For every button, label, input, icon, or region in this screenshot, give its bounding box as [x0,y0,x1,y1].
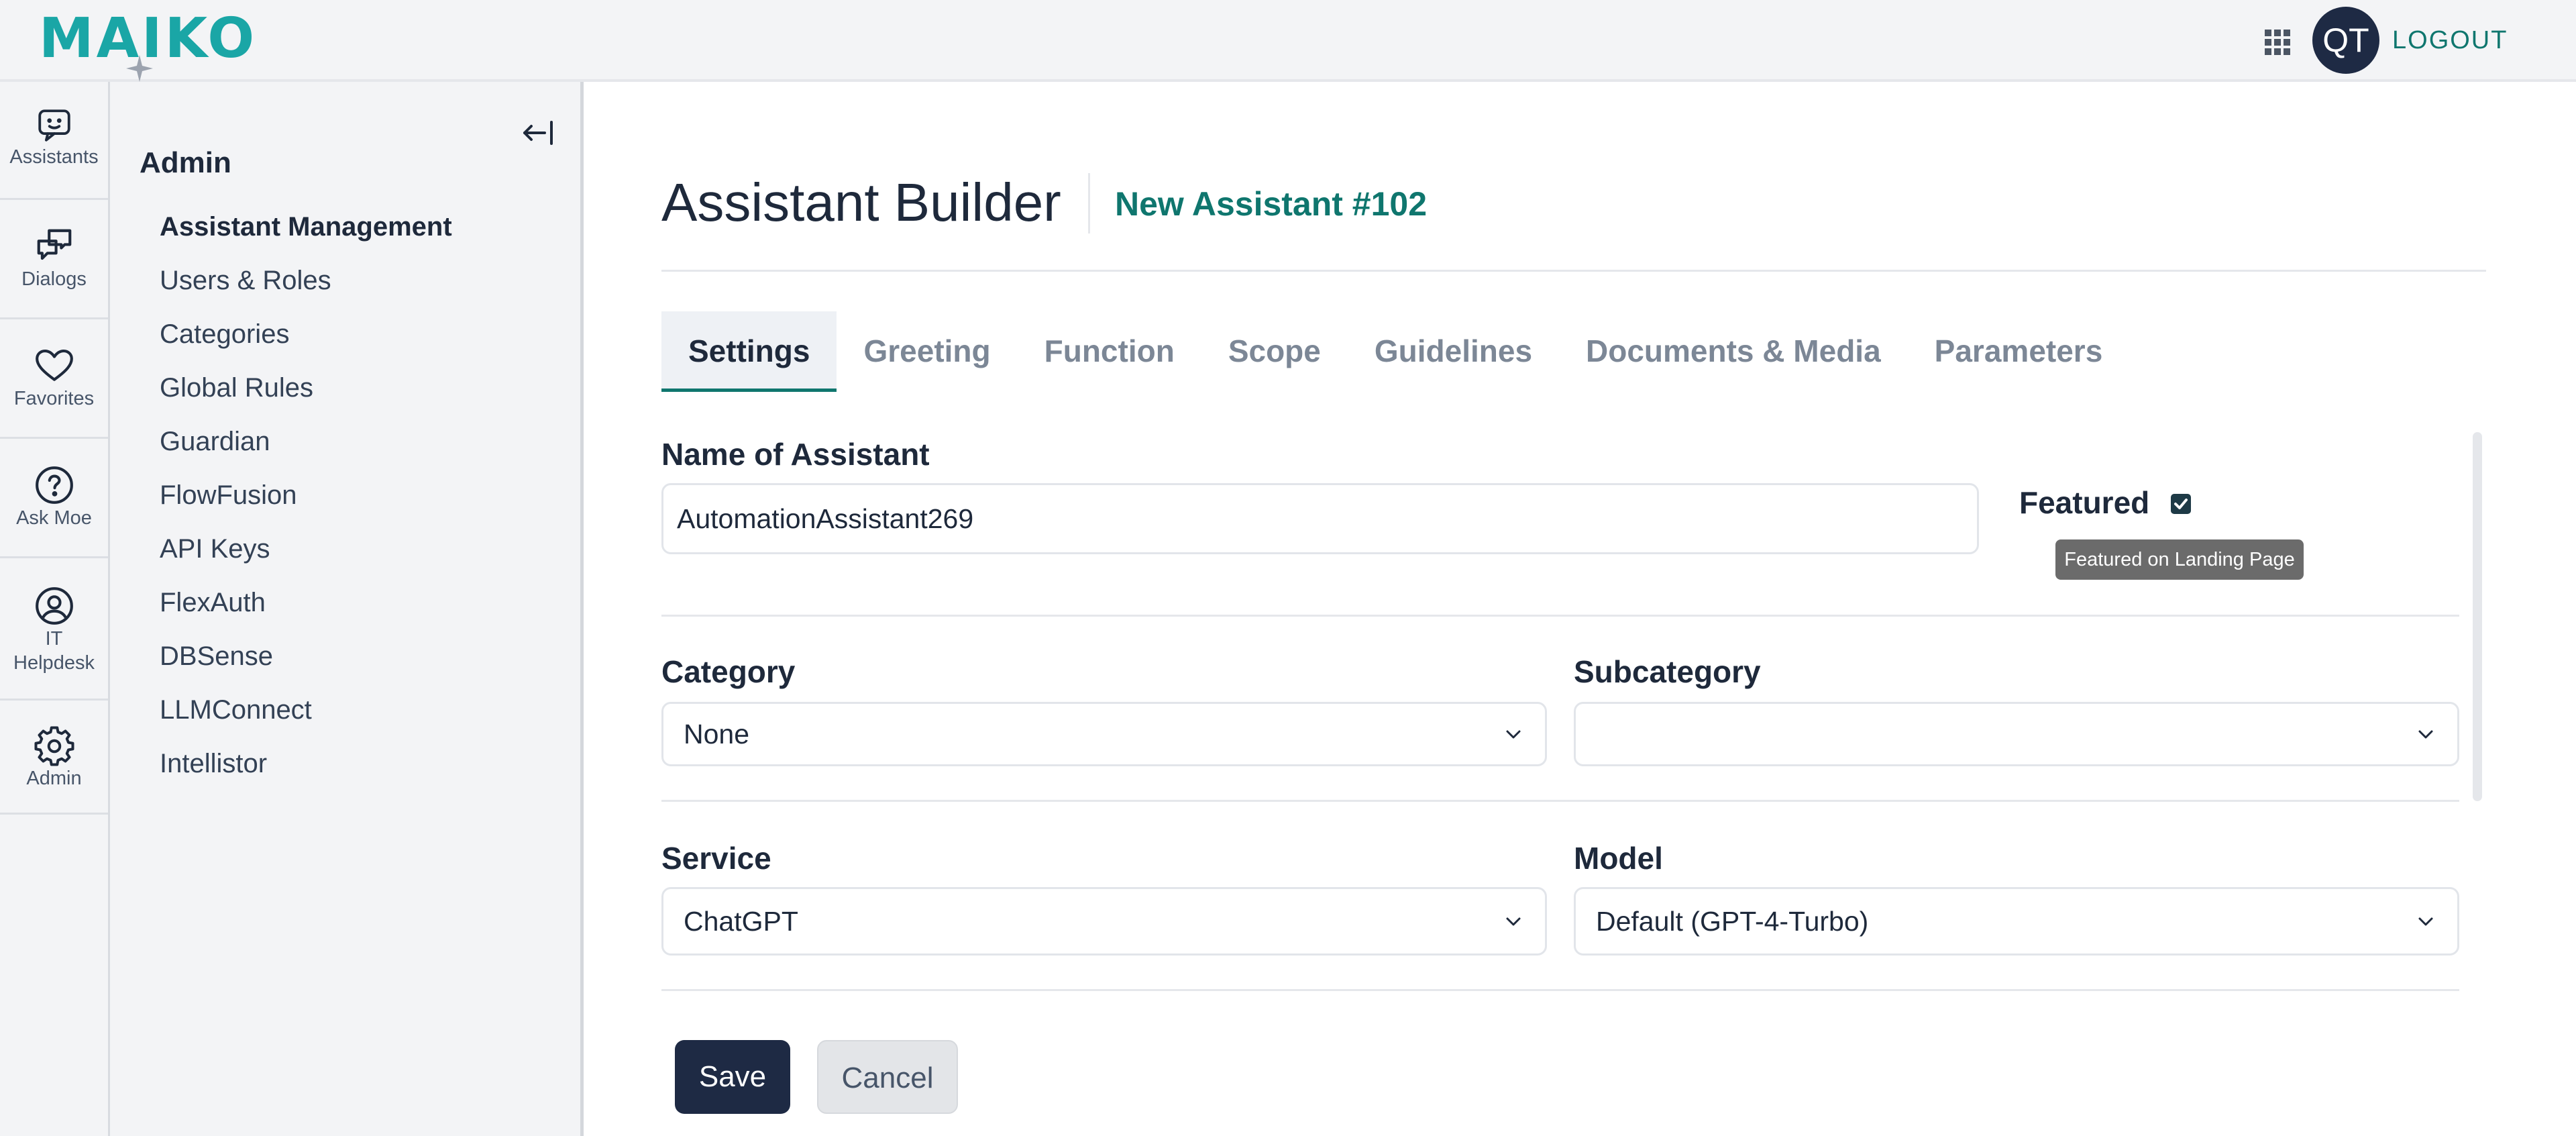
apps-grid-icon[interactable] [2263,28,2292,56]
subcategory-label: Subcategory [1574,654,1761,689]
rail-item-it-helpdesk[interactable]: IT Helpdesk [0,558,108,701]
rail-item-favorites[interactable]: Favorites [0,319,108,439]
tab-documents-media[interactable]: Documents & Media [1559,311,1908,392]
main-content: Assistant Builder New Assistant #102 Set… [584,82,2576,1136]
top-bar: MAIKO QT LOGOUT [0,0,2576,82]
nav-item-assistant-management[interactable]: Assistant Management [160,200,452,254]
heart-icon [35,349,73,381]
subcategory-select[interactable] [1574,702,2459,766]
featured-tooltip: Featured on Landing Page [2055,539,2304,580]
section-divider-3 [661,989,2459,991]
nav-item-flowfusion[interactable]: FlowFusion [160,468,452,522]
model-label: Model [1574,841,1663,876]
model-select[interactable]: Default (GPT-4-Turbo) [1574,887,2459,956]
nav-item-dbsense[interactable]: DBSense [160,629,452,683]
title-divider [1088,173,1090,234]
nav-item-categories[interactable]: Categories [160,307,452,361]
page-title: Assistant Builder [661,172,1061,232]
tab-guidelines[interactable]: Guidelines [1348,311,1559,392]
rail-item-assistants[interactable]: Assistants [0,82,108,200]
rail-item-ask-moe[interactable]: Ask Moe [0,439,108,558]
maiko-logo[interactable]: MAIKO [39,11,257,82]
nav-item-users-roles[interactable]: Users & Roles [160,254,452,307]
tab-parameters[interactable]: Parameters [1908,311,2130,392]
tab-scope[interactable]: Scope [1201,311,1348,392]
rail-item-admin[interactable]: Admin [0,701,108,815]
service-value: ChatGPT [684,905,798,937]
nav-title: Admin [140,146,231,179]
nav-item-llmconnect[interactable]: LLMConnect [160,683,452,737]
rail-label-dialogs: Dialogs [21,268,87,290]
nav-item-guardian[interactable]: Guardian [160,415,452,468]
section-divider-2 [661,800,2459,802]
assistant-subtitle: New Assistant #102 [1115,185,1428,223]
builder-tabs: Settings Greeting Function Scope Guideli… [661,311,2129,392]
cancel-button[interactable]: Cancel [817,1040,958,1114]
assistant-name-input[interactable]: AutomationAssistant269 [661,483,1979,554]
collapse-sidebar-icon[interactable] [519,114,557,152]
nav-item-global-rules[interactable]: Global Rules [160,361,452,415]
rail-label-it: IT [45,628,63,650]
icon-rail: Assistants Dialogs Favorites Ask Moe IT … [0,82,110,1136]
section-divider-1 [661,615,2459,617]
gear-icon [34,726,74,766]
logout-link[interactable]: LOGOUT [2392,25,2508,55]
admin-nav-panel: Admin Assistant Management Users & Roles… [110,82,584,1136]
tab-greeting[interactable]: Greeting [837,311,1017,392]
save-button[interactable]: Save [675,1040,790,1114]
nav-item-flexauth[interactable]: FlexAuth [160,576,452,629]
user-avatar[interactable]: QT [2312,7,2379,74]
rail-label-helpdesk: Helpdesk [13,652,95,674]
chevron-down-icon [1506,917,1521,926]
name-label: Name of Assistant [661,437,930,472]
nav-item-intellistor[interactable]: Intellistor [160,737,452,790]
category-select[interactable]: None [661,702,1547,766]
chevron-down-icon [2418,917,2433,926]
tab-function[interactable]: Function [1018,311,1201,392]
check-icon [2174,499,2188,509]
form-scrollbar[interactable] [2473,432,2482,801]
chevron-down-icon [2418,730,2433,739]
chat-smile-icon [38,109,70,142]
rail-label-assistants: Assistants [9,146,99,168]
logo-star-icon [126,55,153,82]
featured-checkbox[interactable] [2171,494,2191,514]
rail-item-dialogs[interactable]: Dialogs [0,200,108,319]
rail-label-ask-moe: Ask Moe [16,507,92,529]
header-divider [661,270,2486,272]
category-label: Category [661,654,796,689]
service-label: Service [661,841,771,876]
chevron-down-icon [1506,730,1521,739]
category-value: None [684,718,750,750]
dialogs-icon [37,229,71,260]
rail-label-admin: Admin [26,768,82,789]
service-select[interactable]: ChatGPT [661,887,1547,956]
user-circle-icon [35,587,73,625]
rail-label-favorites: Favorites [13,388,95,409]
nav-item-api-keys[interactable]: API Keys [160,522,452,576]
assistant-name-value: AutomationAssistant269 [677,503,974,534]
question-icon [35,466,73,504]
model-value: Default (GPT-4-Turbo) [1596,905,1869,937]
featured-label: Featured [2019,485,2150,520]
admin-nav-list: Assistant Management Users & Roles Categ… [160,200,452,790]
tab-settings[interactable]: Settings [661,311,837,392]
